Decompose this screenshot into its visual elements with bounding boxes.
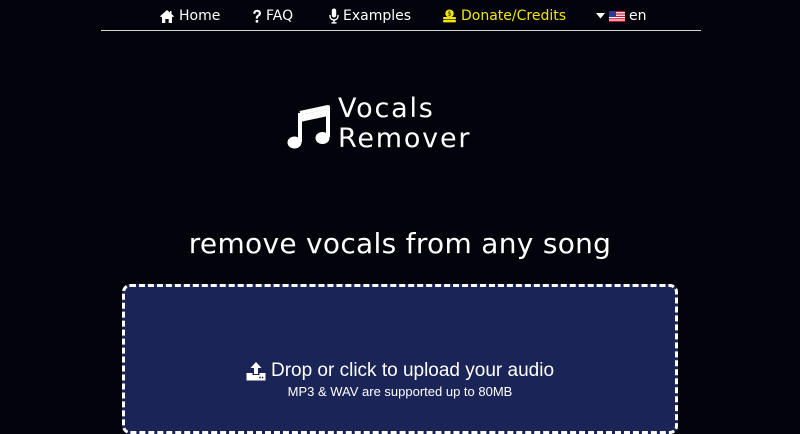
coins-icon: $ — [443, 9, 456, 23]
nav-donate-label: Donate/Credits — [461, 8, 567, 24]
caret-down-icon — [596, 13, 605, 19]
logo-title-line1: Vocals — [338, 93, 435, 124]
logo-title: Vocals Remover — [338, 94, 471, 154]
audio-upload-dropzone[interactable]: Drop or click to upload your audio MP3 &… — [122, 284, 678, 434]
question-icon — [253, 9, 261, 23]
app-logo[interactable]: Vocals Remover — [286, 94, 506, 158]
upload-support-note: MP3 & WAV are supported up to 80MB — [287, 384, 513, 399]
top-navigation: Home FAQ Examples $ Donate/Credits en — [101, 0, 701, 31]
microphone-icon — [329, 8, 339, 24]
svg-text:$: $ — [448, 11, 452, 18]
nav-examples-label: Examples — [343, 8, 412, 24]
language-selector[interactable]: en — [596, 7, 647, 25]
nav-faq-label: FAQ — [266, 8, 294, 24]
nav-home-link[interactable]: Home — [159, 7, 220, 25]
language-label: en — [629, 8, 647, 24]
us-flag-icon — [609, 10, 625, 22]
logo-title-line2: Remover — [338, 123, 472, 154]
page-tagline: remove vocals from any song — [188, 227, 612, 260]
upload-prompt: Drop or click to upload your audio — [125, 360, 675, 382]
nav-faq-link[interactable]: FAQ — [252, 7, 293, 25]
home-icon — [160, 9, 174, 23]
nav-examples-link[interactable]: Examples — [329, 7, 411, 25]
upload-icon — [246, 361, 266, 380]
upload-main-text: Drop or click to upload your audio — [270, 360, 555, 381]
nav-home-label: Home — [179, 8, 221, 24]
music-note-icon — [287, 105, 330, 149]
nav-donate-link[interactable]: $ Donate/Credits — [442, 7, 566, 25]
